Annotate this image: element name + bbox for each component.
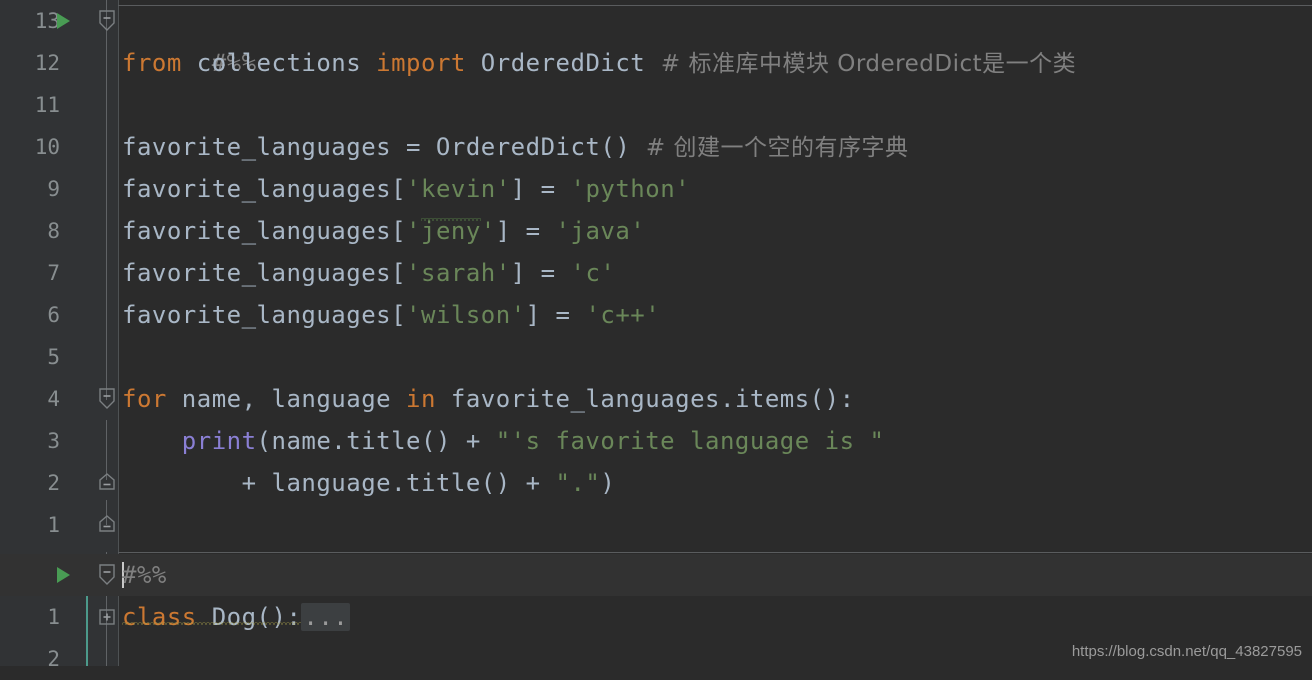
code-token-identifier: favorite_languages[ [122, 217, 407, 245]
code-token-string: "'s favorite language is " [495, 427, 885, 455]
code-token-indent [122, 427, 182, 455]
code-token-identifier: ] = [510, 175, 571, 203]
code-token-identifier: ] = [510, 259, 571, 287]
fold-minus-icon[interactable] [96, 554, 118, 596]
line-number: 3 [47, 429, 60, 453]
line-number: 10 [34, 135, 60, 159]
line-number: 1 [47, 605, 60, 629]
code-row[interactable]: 7 favorite_languages['sarah'] = 'c' [0, 252, 1312, 294]
code-text: for name, language in favorite_languages… [118, 378, 855, 420]
code-token-string: 'c++' [585, 301, 661, 329]
code-token-identifier: ] = [495, 217, 556, 245]
cell-divider-bottom [118, 552, 1312, 553]
code-row[interactable]: 11 [0, 84, 1312, 126]
code-row[interactable]: 8 favorite_languages['jeny'] = 'java' [0, 210, 1312, 252]
line-number: 12 [34, 51, 60, 75]
code-text: #%% [118, 0, 257, 77]
code-row[interactable]: 1 class Dog():... [0, 596, 1312, 638]
line-number: 7 [47, 261, 60, 285]
code-warning-span: class Dog(): [122, 603, 301, 631]
code-token-function: print [181, 427, 257, 455]
code-token-keyword: in [406, 385, 436, 413]
code-row[interactable]: 4 for name, language in favorite_languag… [0, 378, 1312, 420]
code-token-string: "." [555, 469, 601, 497]
fold-plus-icon[interactable] [96, 596, 118, 638]
line-number: 11 [34, 93, 60, 117]
code-row[interactable]: 5 [0, 336, 1312, 378]
code-row[interactable]: 13 #%% [0, 0, 1312, 77]
code-token-identifier: collections [181, 49, 377, 77]
code-text: #%% [118, 554, 167, 596]
code-token-string: 'java' [555, 217, 646, 245]
code-text: favorite_languages['wilson'] = 'c++' [118, 294, 660, 336]
code-text: favorite_languages['jeny'] = 'java' [118, 210, 645, 252]
code-token-string: 'wilson' [406, 301, 526, 329]
line-number: 2 [47, 647, 60, 671]
code-token-keyword: import [376, 49, 466, 77]
code-text: favorite_languages['sarah'] = 'c' [118, 252, 615, 294]
code-row[interactable]: 1 [0, 504, 1312, 546]
code-row[interactable]: 12 from collections import OrderedDict #… [0, 42, 1312, 84]
folded-code-ellipsis[interactable]: ... [301, 603, 351, 631]
fold-end-minus-icon[interactable] [96, 504, 118, 546]
code-text: from collections import OrderedDict # 标准… [118, 42, 1076, 84]
code-token-typo: jeny [421, 217, 481, 245]
code-token-identifier: favorite_languages[ [122, 301, 407, 329]
line-number: 5 [47, 345, 60, 369]
code-token-identifier: ] = [525, 301, 586, 329]
fold-end-minus-icon[interactable] [96, 462, 118, 504]
code-row[interactable]: 3 print(name.title() + "'s favorite lang… [0, 420, 1312, 462]
code-row[interactable]: 10 favorite_languages = OrderedDict() # … [0, 126, 1312, 168]
line-number: 1 [47, 513, 60, 537]
line-number: 9 [47, 177, 60, 201]
code-token-identifier: favorite_languages.items(): [435, 385, 855, 413]
watermark-text: https://blog.csdn.net/qq_43827595 [1071, 643, 1302, 660]
code-text: print(name.title() + "'s favorite langua… [118, 420, 884, 462]
code-token-identifier: favorite_languages[ [122, 175, 407, 203]
line-number: 4 [47, 387, 60, 411]
code-token-string: 'c' [570, 259, 616, 287]
code-text: favorite_languages['kevin'] = 'python' [118, 168, 690, 210]
code-text: + language.title() + ".") [118, 462, 615, 504]
run-cell-arrow-icon[interactable] [50, 554, 76, 596]
code-token-comment: #%% [122, 561, 167, 589]
code-token-identifier: favorite_languages = OrderedDict() [122, 133, 631, 161]
code-token-comment: # 标准库中模块 OrderedDict是一个类 [645, 51, 1077, 77]
code-row[interactable]: 2 + language.title() + ".") [0, 462, 1312, 504]
code-token-identifier: ) [600, 469, 616, 497]
run-cell-arrow-icon[interactable] [50, 0, 76, 42]
code-text: favorite_languages = OrderedDict() # 创建一… [118, 126, 909, 168]
code-token-identifier: (name.title() + [256, 427, 496, 455]
code-token-string: ' [406, 217, 421, 245]
code-token-identifier: OrderedDict [465, 49, 646, 77]
line-number: 8 [47, 219, 60, 243]
code-token-keyword: class [122, 603, 197, 631]
code-token-keyword: from [122, 49, 182, 77]
code-row[interactable]: 9 favorite_languages['kevin'] = 'python' [0, 168, 1312, 210]
code-token-string: ' [480, 217, 496, 245]
code-token-identifier: Dog(): [196, 603, 302, 631]
code-row-current[interactable]: #%% [0, 554, 1312, 596]
code-token-keyword: for [122, 385, 167, 413]
line-number: 6 [47, 303, 60, 327]
code-token-string: 'kevin' [406, 175, 511, 203]
fold-minus-icon[interactable] [96, 378, 118, 420]
code-token-string: 'python' [570, 175, 691, 203]
code-token-comment: # 创建一个空的有序字典 [630, 135, 909, 161]
code-token-identifier: name, language [166, 385, 407, 413]
code-token-identifier: favorite_languages[ [122, 259, 407, 287]
code-text: class Dog():... [118, 596, 351, 638]
code-editor[interactable]: 13 #%% 12 from collections import Ordere… [0, 0, 1312, 671]
code-token-identifier: + language.title() + [122, 469, 556, 497]
fold-minus-icon[interactable] [96, 0, 118, 42]
line-number: 2 [47, 471, 60, 495]
code-token-string: 'sarah' [406, 259, 511, 287]
code-row[interactable]: 6 favorite_languages['wilson'] = 'c++' [0, 294, 1312, 336]
